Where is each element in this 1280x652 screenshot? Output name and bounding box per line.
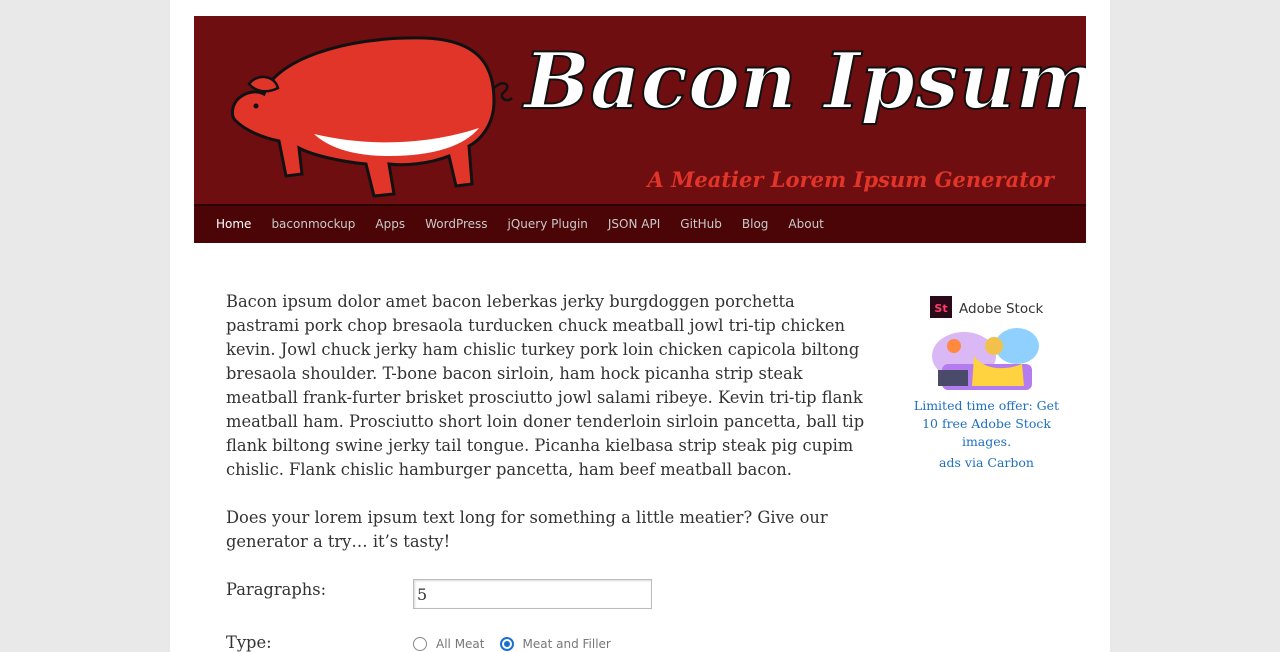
nav-item-blog[interactable]: Blog — [732, 206, 779, 243]
ad-image[interactable]: St Adobe Stock — [922, 294, 1052, 394]
sample-paragraph: Bacon ipsum dolor amet bacon leberkas je… — [226, 292, 865, 479]
banner-graphic: Bacon Ipsum A Meatier Lorem Ipsum Genera… — [230, 35, 1086, 198]
nav-item-baconmockup[interactable]: baconmockup — [261, 206, 365, 243]
all-meat-label[interactable]: All Meat — [436, 637, 485, 651]
svg-text:St: St — [934, 302, 947, 315]
intro-paragraph: Does your lorem ipsum text long for some… — [226, 508, 828, 551]
nav-item-wordpress[interactable]: WordPress — [415, 206, 497, 243]
carbon-ad: St Adobe Stock Limited time offer: Get 1… — [910, 294, 1063, 470]
nav-item-github[interactable]: GitHub — [670, 206, 732, 243]
ad-illustration: St Adobe Stock — [929, 296, 1044, 390]
ad-text-link[interactable]: Limited time offer: Get 10 free Adobe St… — [910, 397, 1063, 451]
type-label: Type: — [226, 633, 272, 652]
page-container: Bacon Ipsum A Meatier Lorem Ipsum Genera… — [170, 0, 1110, 652]
meat-and-filler-radio[interactable] — [499, 637, 514, 651]
site-banner[interactable]: Bacon Ipsum A Meatier Lorem Ipsum Genera… — [194, 16, 1086, 204]
ad-brand-name: Adobe Stock — [959, 301, 1044, 317]
ad-via-link[interactable]: ads via Carbon — [910, 455, 1063, 470]
nav-item-apps[interactable]: Apps — [365, 206, 415, 243]
main-content: Bacon ipsum dolor amet bacon leberkas je… — [226, 290, 866, 554]
pig-icon — [230, 36, 513, 198]
ad-artwork-icon — [931, 328, 1039, 390]
nav-item-jquery-plugin[interactable]: jQuery Plugin — [498, 206, 598, 243]
nav-item-home[interactable]: Home — [206, 206, 261, 243]
type-radio-group: All Meat Meat and Filler — [413, 637, 626, 651]
banner-tagline: A Meatier Lorem Ipsum Generator — [646, 167, 1056, 192]
all-meat-radio[interactable] — [413, 637, 427, 651]
paragraphs-label: Paragraphs: — [226, 580, 327, 599]
nav-item-json-api[interactable]: JSON API — [598, 206, 670, 243]
nav-item-about[interactable]: About — [778, 206, 833, 243]
meat-and-filler-label[interactable]: Meat and Filler — [523, 637, 611, 651]
main-navigation: Home baconmockup Apps WordPress jQuery P… — [194, 204, 1086, 243]
paragraphs-input[interactable] — [413, 579, 652, 609]
